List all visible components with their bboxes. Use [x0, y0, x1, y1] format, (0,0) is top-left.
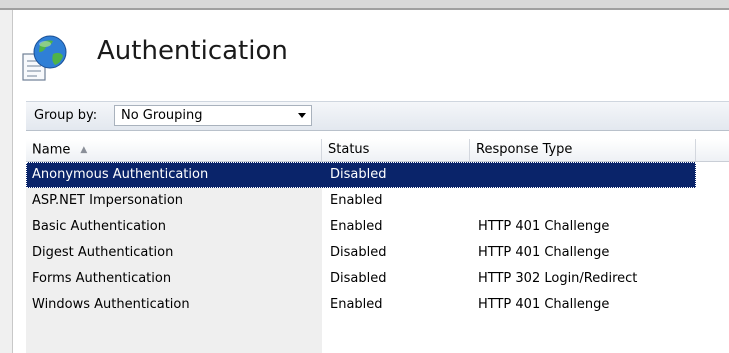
- row-name: Windows Authentication: [32, 297, 190, 312]
- row-status: Disabled: [330, 271, 387, 286]
- window-top-border: [0, 0, 729, 8]
- row-response-type: HTTP 302 Login/Redirect: [478, 271, 638, 286]
- grid-header: Name ▲ Status Response Type: [26, 139, 729, 162]
- table-row[interactable]: Basic Authentication Enabled HTTP 401 Ch…: [26, 214, 696, 240]
- window-top-border-line: [0, 8, 729, 10]
- row-response-type: HTTP 401 Challenge: [478, 245, 610, 260]
- column-header-name-label: Name: [32, 142, 71, 158]
- sort-ascending-icon: ▲: [80, 145, 88, 155]
- row-status: Disabled: [330, 167, 387, 182]
- column-header-status[interactable]: Status: [322, 139, 470, 161]
- table-row[interactable]: Digest Authentication Disabled HTTP 401 …: [26, 240, 696, 266]
- group-by-value: No Grouping: [121, 108, 203, 123]
- row-status: Enabled: [330, 219, 383, 234]
- group-by-dropdown[interactable]: No Grouping: [114, 105, 312, 126]
- row-name: Basic Authentication: [32, 219, 166, 234]
- page-title: Authentication: [97, 36, 288, 66]
- row-response-type: HTTP 401 Challenge: [478, 297, 610, 312]
- row-status: Enabled: [330, 193, 383, 208]
- authentication-globe-icon: [22, 35, 67, 81]
- authentication-list: Anonymous Authentication Disabled ASP.NE…: [26, 162, 729, 353]
- column-header-blank[interactable]: [696, 139, 729, 161]
- dropdown-arrow-icon[interactable]: [293, 107, 310, 124]
- row-name: ASP.NET Impersonation: [32, 193, 184, 208]
- table-row[interactable]: Anonymous Authentication Disabled: [26, 162, 696, 188]
- row-status: Disabled: [330, 245, 387, 260]
- table-row[interactable]: Forms Authentication Disabled HTTP 302 L…: [26, 266, 696, 292]
- group-by-label: Group by:: [34, 108, 98, 123]
- table-row[interactable]: ASP.NET Impersonation Enabled: [26, 188, 696, 214]
- left-pane-edge: [0, 10, 13, 353]
- row-name: Anonymous Authentication: [32, 167, 209, 182]
- column-header-name[interactable]: Name ▲: [26, 139, 322, 161]
- row-name: Forms Authentication: [32, 271, 172, 286]
- table-row[interactable]: Windows Authentication Enabled HTTP 401 …: [26, 292, 696, 318]
- group-by-toolbar: Group by: No Grouping: [26, 101, 729, 131]
- row-response-type: HTTP 401 Challenge: [478, 219, 610, 234]
- column-header-response-type[interactable]: Response Type: [470, 139, 696, 161]
- column-header-status-label: Status: [328, 142, 370, 157]
- column-header-response-type-label: Response Type: [476, 142, 573, 157]
- row-status: Enabled: [330, 297, 383, 312]
- row-name: Digest Authentication: [32, 245, 174, 260]
